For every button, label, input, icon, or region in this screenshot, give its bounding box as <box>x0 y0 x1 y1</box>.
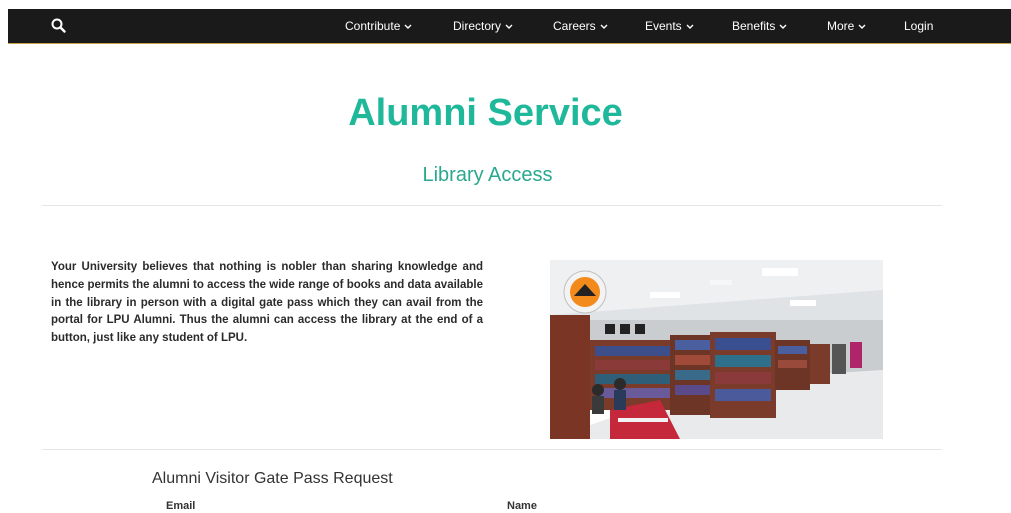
library-photo <box>550 260 883 439</box>
nav-item-label: Benefits <box>732 19 776 33</box>
name-label: Name <box>507 500 537 512</box>
nav-item-directory[interactable]: Directory <box>453 19 513 33</box>
nav-item-benefits[interactable]: Benefits <box>732 19 787 33</box>
nav-item-label: Careers <box>553 19 596 33</box>
nav-item-label: Login <box>904 19 934 33</box>
chevron-down-icon <box>600 24 608 29</box>
nav-item-login[interactable]: Login <box>904 19 933 33</box>
page-subtitle: Library Access <box>422 164 553 186</box>
nav-item-more[interactable]: More <box>827 19 866 33</box>
nav-item-label: Contribute <box>345 19 401 33</box>
top-navbar: Contribute Directory Careers Events Bene… <box>8 9 1011 44</box>
chevron-down-icon <box>779 24 787 29</box>
page-title: Alumni Service <box>348 92 623 134</box>
divider <box>42 205 942 206</box>
chevron-down-icon <box>505 24 513 29</box>
intro-paragraph: Your University believes that nothing is… <box>51 261 483 345</box>
email-label: Email <box>166 500 196 512</box>
search-icon[interactable] <box>50 17 68 35</box>
form-title: Alumni Visitor Gate Pass Request <box>152 470 393 487</box>
nav-item-label: More <box>827 19 855 33</box>
chevron-down-icon <box>404 24 412 29</box>
nav-item-label: Directory <box>453 19 502 33</box>
divider <box>42 449 942 450</box>
chevron-down-icon <box>858 24 866 29</box>
chevron-down-icon <box>686 24 694 29</box>
nav-item-label: Events <box>645 19 682 33</box>
nav-item-contribute[interactable]: Contribute <box>345 19 412 33</box>
nav-item-events[interactable]: Events <box>645 19 694 33</box>
nav-item-careers[interactable]: Careers <box>553 19 608 33</box>
